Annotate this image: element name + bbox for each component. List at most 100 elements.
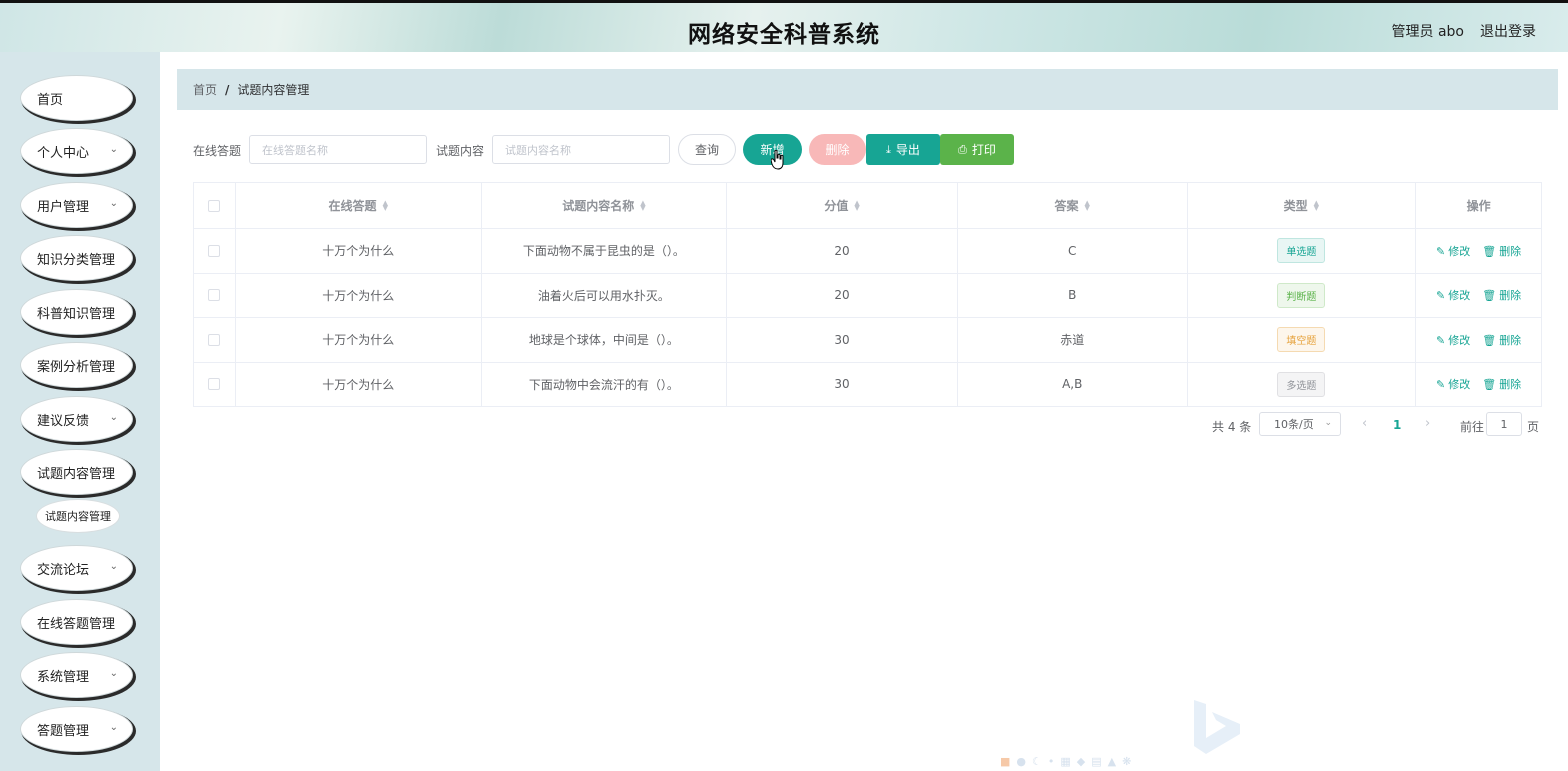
download-icon: ⤓ (886, 142, 891, 156)
sort-icon[interactable]: ▲ ▼ (1314, 199, 1319, 211)
cell-exam: 十万个为什么 (236, 362, 482, 406)
type-tag: 多选题 (1277, 371, 1326, 397)
batch-delete-button[interactable]: 删除 (809, 134, 866, 165)
cell-type: 单选题 (1188, 229, 1417, 273)
trash-icon: 🗑 (1482, 333, 1497, 347)
column-header-score[interactable]: 分值 ▲ ▼ (727, 183, 958, 228)
sidebar-item-online-exam[interactable]: 在线答题管理 (20, 599, 133, 645)
sidebar-item-knowledge-category[interactable]: 知识分类管理 (20, 235, 133, 281)
cell-score: 30 (727, 318, 958, 362)
exam-filter-label: 在线答题 (193, 144, 242, 158)
trash-icon: 🗑 (1482, 378, 1497, 392)
sidebar-item-science-knowledge[interactable]: 科普知识管理 (20, 289, 133, 335)
sort-icon[interactable]: ▲ ▼ (854, 199, 859, 211)
chevron-down-icon: ⌄ (109, 722, 118, 733)
goto-page-input[interactable]: 1 (1486, 412, 1522, 436)
edit-link[interactable]: ✎ 修改 (1436, 243, 1470, 259)
top-header: 网络安全科普系统 管理员 abo 退出登录 (0, 0, 1568, 52)
breadcrumb-home[interactable]: 首页 (193, 81, 217, 98)
system-title: 网络安全科普系统 (688, 22, 880, 48)
sidebar-item-answer-management[interactable]: 答题管理 ⌄ (20, 706, 133, 752)
column-header-name[interactable]: 试题内容名称 ▲ ▼ (482, 183, 728, 228)
delete-label: 删除 (1499, 289, 1522, 303)
next-page-icon[interactable]: › (1425, 416, 1430, 431)
cell-type: 填空题 (1188, 318, 1417, 362)
column-header-label: 试题内容名称 (562, 199, 635, 213)
ime-skin-icon: ▲ (1107, 755, 1117, 768)
edit-icon: ✎ (1436, 333, 1446, 347)
cell-name: 下面动物不属于昆虫的是（）。 (482, 229, 728, 273)
row-checkbox[interactable] (208, 378, 221, 391)
logout-link[interactable]: 退出登录 (1480, 21, 1536, 41)
ime-voice-icon: ◆ (1076, 755, 1086, 768)
row-select-cell (194, 362, 236, 406)
ime-chinese-icon: ● (1016, 755, 1027, 768)
chevron-down-icon: ⌄ (109, 198, 118, 209)
sidebar-item-label: 首页 (37, 92, 64, 108)
column-header-actions: 操作 (1466, 199, 1491, 213)
type-tag: 填空题 (1277, 327, 1326, 353)
edit-link[interactable]: ✎ 修改 (1436, 332, 1470, 348)
type-tag: 判断题 (1277, 282, 1326, 308)
cell-type: 判断题 (1188, 273, 1417, 317)
sidebar-item-label: 在线答题管理 (37, 616, 116, 632)
query-button[interactable]: 查询 (678, 134, 736, 165)
exam-name-input[interactable]: 在线答题名称 (249, 135, 427, 164)
sidebar-item-label: 用户管理 (37, 199, 90, 215)
table-row: 十万个为什么 下面动物中会流汗的有（）。 30 A,B 多选题 ✎ 修改 🗑 删除 (194, 362, 1541, 406)
select-all-checkbox[interactable] (208, 199, 221, 212)
chevron-down-icon: ⌄ (109, 561, 118, 572)
ime-punct-icon: • (1047, 755, 1055, 768)
sort-icon[interactable]: ▲ ▼ (1085, 199, 1090, 211)
sidebar-item-label: 建议反馈 (37, 413, 90, 429)
content-name-input[interactable]: 试题内容名称 (492, 135, 670, 164)
goto-label: 前往 (1460, 420, 1485, 434)
delete-link[interactable]: 🗑 删除 (1482, 376, 1521, 392)
row-checkbox[interactable] (208, 333, 221, 346)
delete-link[interactable]: 🗑 删除 (1482, 287, 1521, 303)
sidebar-item-system-management[interactable]: 系统管理 ⌄ (20, 652, 133, 698)
sidebar-item-question-content[interactable]: 试题内容管理 (20, 449, 133, 495)
sort-icon[interactable]: ▲ ▼ (640, 199, 645, 211)
sidebar-item-user-management[interactable]: 用户管理 ⌄ (20, 182, 133, 228)
column-header-answer[interactable]: 答案 ▲ ▼ (958, 183, 1188, 228)
input-method-toolbar: ■ ● ☾ • ▦ ◆ ▤ ▲ ❋ (1000, 752, 1170, 771)
table-header-row: 在线答题 ▲ ▼ 试题内容名称 ▲ ▼ 分值 ▲ ▼ 答案 ▲ ▼ 类型 ▲ ▼ 操作 (194, 183, 1541, 229)
column-header-label: 在线答题 (328, 199, 377, 213)
edit-link[interactable]: ✎ 修改 (1436, 287, 1470, 303)
edit-label: 修改 (1448, 244, 1471, 258)
edit-label: 修改 (1448, 289, 1471, 303)
sidebar-item-forum[interactable]: 交流论坛 ⌄ (20, 545, 133, 591)
sort-icon[interactable]: ▲ ▼ (383, 199, 388, 211)
print-button[interactable]: ⎙ 打印 (940, 134, 1014, 165)
row-checkbox[interactable] (208, 244, 221, 257)
page-number[interactable]: 1 (1393, 418, 1401, 432)
prev-page-icon[interactable]: ‹ (1362, 416, 1367, 431)
export-button[interactable]: ⤓ 导出 (866, 134, 940, 165)
delete-link[interactable]: 🗑 删除 (1482, 332, 1521, 348)
sidebar-item-personal-center[interactable]: 个人中心 ⌄ (20, 128, 133, 174)
cell-answer: B (958, 273, 1188, 317)
cell-answer: C (958, 229, 1188, 273)
column-header-exam[interactable]: 在线答题 ▲ ▼ (236, 183, 482, 228)
cell-answer: A,B (958, 362, 1188, 406)
sidebar: 首页 个人中心 ⌄ 用户管理 ⌄ 知识分类管理 科普知识管理 案例分析管理 建议反馈… (0, 52, 160, 771)
sidebar-subitem-question-content[interactable]: 试题内容管理 (36, 499, 120, 533)
sidebar-item-feedback[interactable]: 建议反馈 ⌄ (20, 396, 133, 442)
sidebar-item-home[interactable]: 首页 (20, 75, 133, 121)
cell-actions: ✎ 修改 🗑 删除 (1416, 229, 1541, 273)
edit-link[interactable]: ✎ 修改 (1436, 376, 1470, 392)
chevron-down-icon: ⌄ (109, 668, 118, 679)
goto-suffix: 页 (1527, 420, 1540, 434)
content-filter-label: 试题内容 (436, 144, 485, 158)
page-size-select[interactable]: 10条/页 ⌄ (1259, 412, 1341, 436)
select-all-cell (194, 183, 236, 228)
sidebar-item-case-analysis[interactable]: 案例分析管理 (20, 342, 133, 388)
sidebar-item-label: 试题内容管理 (37, 466, 116, 482)
delete-link[interactable]: 🗑 删除 (1482, 243, 1521, 259)
column-header-type[interactable]: 类型 ▲ ▼ (1188, 183, 1417, 228)
chevron-down-icon: ⌄ (109, 412, 118, 423)
column-header-label: 分值 (824, 199, 849, 213)
pagination-total: 共 4 条 (1212, 420, 1252, 434)
row-checkbox[interactable] (208, 289, 221, 302)
